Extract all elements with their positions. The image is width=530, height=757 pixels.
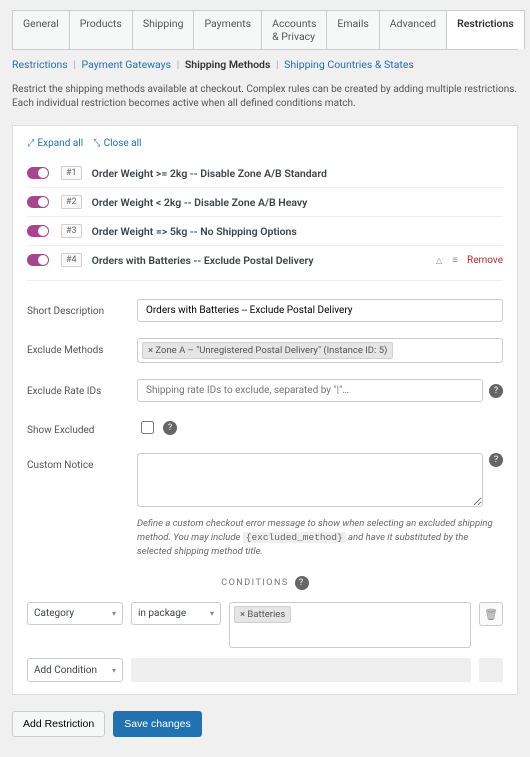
restrictions-subtabs: Restrictions | Payment Gateways | Shippi… bbox=[12, 58, 518, 71]
rule-row-4[interactable]: #4 Orders with Batteries -- Exclude Post… bbox=[27, 245, 503, 274]
subtab-restrictions[interactable]: Restrictions bbox=[12, 58, 68, 71]
page-description: Restrict the shipping methods available … bbox=[12, 83, 518, 111]
settings-tabs: General Products Shipping Payments Accou… bbox=[12, 10, 518, 50]
subtab-payment-gateways[interactable]: Payment Gateways bbox=[82, 58, 172, 71]
help-icon[interactable]: ? bbox=[295, 576, 309, 590]
rule-toggle[interactable] bbox=[27, 225, 49, 237]
label-show-excluded: Show Excluded bbox=[27, 418, 137, 437]
custom-notice-help: Define a custom checkout error message t… bbox=[137, 517, 503, 558]
exclude-methods-select[interactable]: × Zone A – "Unregistered Postal Delivery… bbox=[137, 338, 503, 363]
tab-shipping[interactable]: Shipping bbox=[132, 10, 195, 49]
help-icon[interactable]: ? bbox=[489, 453, 503, 467]
rule-title: Order Weight >= 2kg -- Disable Zone A/B … bbox=[92, 167, 503, 180]
add-condition-select[interactable]: Add Condition▾ bbox=[27, 658, 123, 682]
condition-value-select[interactable]: × Batteries bbox=[229, 602, 471, 648]
condition-value-tag[interactable]: × Batteries bbox=[234, 606, 291, 623]
rule-row-3[interactable]: #3 Order Weight => 5kg -- No Shipping Op… bbox=[27, 216, 503, 245]
tab-restrictions[interactable]: Restrictions bbox=[446, 10, 525, 49]
collapse-icon: ⤡ bbox=[94, 138, 100, 149]
short-description-input[interactable] bbox=[137, 299, 503, 322]
label-short-description: Short Description bbox=[27, 299, 137, 318]
delete-condition-button[interactable]: 🗑 bbox=[479, 602, 503, 626]
rule-toggle[interactable] bbox=[27, 196, 49, 208]
rule-actions: △ ≡ Remove bbox=[436, 255, 503, 266]
label-exclude-rate-ids: Exclude Rate IDs bbox=[27, 379, 137, 398]
rule-row-2[interactable]: #2 Order Weight < 2kg -- Disable Zone A/… bbox=[27, 187, 503, 216]
chevron-down-icon: ▾ bbox=[210, 609, 214, 618]
rule-number: #1 bbox=[61, 166, 82, 180]
add-condition-placeholder bbox=[479, 658, 503, 682]
trash-icon: 🗑 bbox=[484, 608, 498, 621]
exclude-rate-ids-input[interactable] bbox=[137, 379, 483, 402]
label-custom-notice: Custom Notice bbox=[27, 453, 137, 472]
rule-number: #4 bbox=[61, 253, 82, 267]
condition-row: Category▾ in package▾ × Batteries 🗑 bbox=[27, 602, 503, 648]
drag-handle-icon[interactable]: ≡ bbox=[452, 255, 457, 266]
conditions-header: CONDITIONS ? bbox=[27, 576, 503, 590]
close-all-link[interactable]: ⤡ Close all bbox=[93, 138, 141, 149]
rule-title: Order Weight < 2kg -- Disable Zone A/B H… bbox=[92, 196, 503, 209]
tab-products[interactable]: Products bbox=[69, 10, 133, 49]
collapse-up-icon[interactable]: △ bbox=[436, 256, 442, 265]
condition-scope-select[interactable]: in package▾ bbox=[131, 602, 221, 625]
rule-title: Order Weight => 5kg -- No Shipping Optio… bbox=[92, 225, 503, 238]
add-condition-placeholder bbox=[131, 658, 471, 682]
rule-toggle[interactable] bbox=[27, 254, 49, 266]
chevron-down-icon: ▾ bbox=[112, 666, 116, 675]
remove-rule-link[interactable]: Remove bbox=[467, 255, 503, 266]
label-exclude-methods: Exclude Methods bbox=[27, 338, 137, 357]
help-icon[interactable]: ? bbox=[489, 384, 503, 398]
rule-row-1[interactable]: #1 Order Weight >= 2kg -- Disable Zone A… bbox=[27, 159, 503, 187]
tab-accounts[interactable]: Accounts & Privacy bbox=[261, 10, 327, 49]
save-changes-button[interactable]: Save changes bbox=[113, 711, 202, 737]
tab-general[interactable]: General bbox=[12, 10, 70, 49]
rule-number: #2 bbox=[61, 195, 82, 209]
rule-edit-form: Short Description Exclude Methods × Zone… bbox=[27, 280, 503, 682]
tab-emails[interactable]: Emails bbox=[326, 10, 379, 49]
condition-type-select[interactable]: Category▾ bbox=[27, 602, 123, 625]
tab-payments[interactable]: Payments bbox=[193, 10, 262, 49]
tab-advanced[interactable]: Advanced bbox=[379, 10, 447, 49]
expand-icon: ⤢ bbox=[28, 138, 34, 149]
expand-all-link[interactable]: ⤢ Expand all bbox=[27, 138, 86, 149]
restrictions-panel: ⤢ Expand all ⤡ Close all #1 Order Weight… bbox=[12, 125, 518, 695]
rule-title: Orders with Batteries -- Exclude Postal … bbox=[92, 254, 436, 267]
subtab-countries-states[interactable]: Shipping Countries & States bbox=[284, 58, 414, 71]
add-condition-row: Add Condition▾ bbox=[27, 658, 503, 682]
rule-toggle[interactable] bbox=[27, 167, 49, 179]
custom-notice-textarea[interactable] bbox=[137, 453, 483, 507]
subtab-shipping-methods[interactable]: Shipping Methods bbox=[185, 58, 270, 71]
rule-number: #3 bbox=[61, 224, 82, 238]
expand-collapse-row: ⤢ Expand all ⤡ Close all bbox=[27, 138, 503, 149]
excluded-method-tag[interactable]: × Zone A – "Unregistered Postal Delivery… bbox=[142, 342, 393, 359]
add-restriction-button[interactable]: Add Restriction bbox=[12, 711, 105, 737]
show-excluded-checkbox[interactable] bbox=[141, 421, 154, 434]
help-icon[interactable]: ? bbox=[163, 421, 177, 435]
footer-buttons: Add Restriction Save changes bbox=[12, 711, 518, 737]
chevron-down-icon: ▾ bbox=[112, 609, 116, 618]
